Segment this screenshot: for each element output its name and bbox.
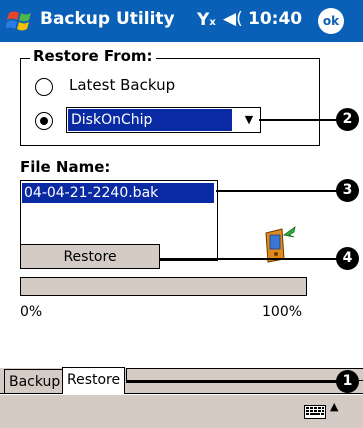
file-name-label: File Name: — [20, 158, 111, 176]
callout-1: 1 — [336, 370, 359, 393]
restore-button[interactable]: Restore — [20, 244, 160, 269]
progress-min-label: 0% — [20, 304, 43, 320]
latest-backup-label[interactable]: Latest Backup — [69, 76, 175, 94]
chevron-down-icon[interactable]: ▼ — [238, 108, 260, 132]
chevron-up-icon[interactable]: ▲ — [330, 400, 338, 413]
speaker-icon[interactable]: ◀( — [223, 9, 243, 29]
callout-2: 2 — [336, 108, 359, 131]
callout-3: 3 — [336, 179, 359, 202]
radio-diskonchip[interactable] — [35, 112, 53, 130]
callout-3-line — [216, 190, 337, 192]
clock[interactable]: 10:40 — [248, 9, 302, 29]
restore-from-legend: Restore From: — [30, 47, 156, 65]
ok-button[interactable]: ok — [318, 8, 344, 34]
tab-strip-filler — [126, 368, 363, 381]
device-sync-icon — [262, 223, 296, 263]
callout-1-line — [126, 381, 337, 383]
callout-4: 4 — [336, 247, 359, 270]
source-select[interactable]: DiskOnChip ▼ — [66, 107, 261, 133]
radio-selected-dot — [40, 117, 48, 125]
tab-restore[interactable]: Restore — [62, 367, 126, 394]
list-item[interactable]: 04-04-21-2240.bak — [22, 183, 214, 203]
callout-2-line — [259, 119, 337, 121]
keyboard-icon[interactable] — [304, 404, 326, 419]
source-select-value: DiskOnChip — [68, 109, 232, 131]
radio-latest-backup[interactable] — [35, 78, 53, 96]
callout-4-line — [160, 258, 337, 260]
signal-off-icon[interactable]: Yx — [197, 10, 216, 30]
tab-backup[interactable]: Backup — [4, 369, 66, 393]
progress-bar — [20, 277, 307, 296]
app-title: Backup Utility — [40, 9, 175, 29]
progress-max-label: 100% — [262, 304, 303, 320]
windows-start-icon[interactable] — [5, 7, 36, 35]
